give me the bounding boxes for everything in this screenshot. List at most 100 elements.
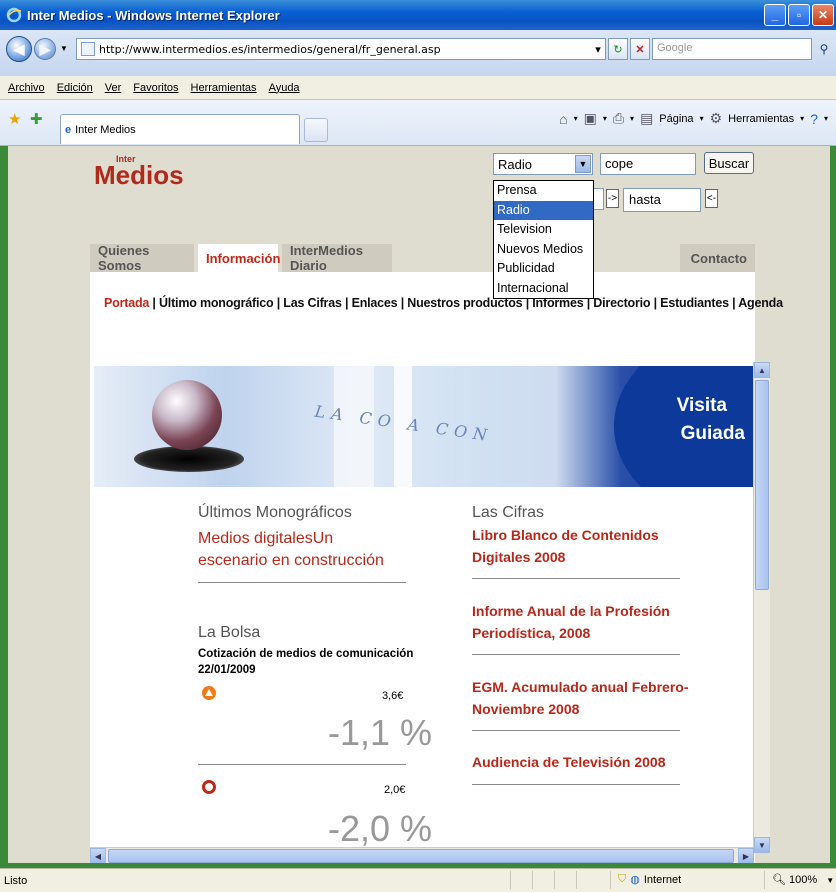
stock-change: -2,0 %: [328, 808, 433, 849]
buscar-button[interactable]: Buscar: [704, 152, 754, 174]
tab-title: Inter Medios: [75, 123, 136, 136]
command-bar: ⌂ ▾ ▣ ▾ ⎙ ▾ ▤ Página ▾ ⚙ Herramientas ▾ ? ▾: [559, 110, 828, 127]
address-bar: ◀ ▶ ▼ http://www.intermedios.es/intermed…: [0, 30, 836, 76]
content-area: Portada | Último monográfico | Las Cifra…: [90, 272, 783, 863]
chevron-down-icon[interactable]: ▼: [575, 155, 591, 173]
date-prev-button[interactable]: <-: [705, 189, 718, 208]
cifras-item[interactable]: Audiencia de Televisión 2008: [472, 754, 692, 770]
zone-text: Internet: [643, 873, 682, 886]
print-icon[interactable]: ⎙: [613, 110, 624, 127]
option-nuevos-medios[interactable]: Nuevos Medios: [494, 240, 593, 260]
page-menu[interactable]: Página: [659, 113, 693, 125]
visita-guiada-banner[interactable]: LA CO A CON Visita Guiada: [94, 366, 753, 487]
status-bar: Listo ⛉ ◍ Internet 🔍︎ 100% ▼: [0, 868, 836, 892]
option-television[interactable]: Television: [494, 220, 593, 240]
tab-intermedios-diario[interactable]: InterMedios Diario: [282, 243, 392, 273]
title-bar: Inter Medios - Windows Internet Explorer…: [0, 0, 836, 30]
back-button[interactable]: ◀: [6, 36, 32, 62]
sogecable-logo-icon[interactable]: [202, 780, 216, 794]
status-text: Listo: [4, 874, 28, 887]
query-input[interactable]: cope: [600, 153, 696, 175]
ie-tab-icon: e: [65, 123, 72, 136]
date-next-button[interactable]: ->: [606, 189, 619, 208]
option-internacional[interactable]: Internacional: [494, 279, 593, 299]
menu-herramientas[interactable]: Herramientas: [191, 82, 257, 94]
scroll-down-icon[interactable]: ▼: [754, 837, 770, 853]
scroll-up-icon[interactable]: ▲: [754, 362, 770, 378]
forward-button[interactable]: ▶: [34, 38, 56, 60]
stop-button[interactable]: ✕: [630, 38, 650, 60]
chevron-down-icon[interactable]: ▼: [826, 876, 834, 885]
sub-navigation: Portada | Último monográfico | Las Cifra…: [104, 296, 783, 310]
monografico-link[interactable]: Medios digitalesUn escenario en construc…: [198, 528, 403, 572]
add-favorites-icon[interactable]: ✚: [30, 110, 43, 128]
scroll-left-icon[interactable]: ◀: [90, 848, 106, 863]
banner-visita: Visita: [676, 395, 727, 416]
minimize-button[interactable]: _: [764, 4, 786, 26]
monograficos-heading: Últimos Monográficos: [198, 504, 352, 521]
category-select[interactable]: Radio ▼: [493, 153, 593, 175]
vertical-scrollbar[interactable]: ▲ ▼: [753, 362, 770, 853]
antena3-logo-icon[interactable]: [202, 686, 216, 700]
zoom-control[interactable]: 🔍︎ 100% ▼: [772, 873, 834, 886]
restore-button[interactable]: ▫: [788, 4, 810, 26]
tab-quienes-somos[interactable]: Quienes Somos: [90, 243, 194, 273]
bolsa-subtitle: Cotización de medios de comunicación: [198, 648, 414, 660]
menu-ver[interactable]: Ver: [105, 82, 122, 94]
option-publicidad[interactable]: Publicidad: [494, 259, 593, 279]
category-dropdown-list: Prensa Radio Television Nuevos Medios Pu…: [493, 180, 594, 299]
cifras-heading: Las Cifras: [472, 504, 545, 521]
ie-logo-icon: [6, 7, 22, 23]
option-prensa[interactable]: Prensa: [494, 181, 593, 201]
hscroll-thumb[interactable]: [108, 849, 734, 863]
menu-favoritos[interactable]: Favoritos: [133, 82, 178, 94]
intermedios-logo[interactable]: Inter Medios: [94, 154, 184, 191]
tab-contacto[interactable]: Contacto: [680, 244, 755, 272]
cifras-item[interactable]: Informe Anual de la Profesión Periodísti…: [472, 600, 682, 644]
scroll-thumb[interactable]: [755, 380, 769, 590]
shield-icon: ⛉: [618, 873, 627, 885]
close-button[interactable]: ✕: [812, 4, 834, 26]
globe-icon: ◍: [630, 874, 640, 886]
divider: [472, 578, 680, 579]
refresh-button[interactable]: ↻: [608, 38, 628, 60]
new-tab-button[interactable]: [304, 118, 328, 142]
date-to-input[interactable]: hasta: [623, 188, 701, 212]
url-text: http://www.intermedios.es/intermedios/ge…: [99, 42, 441, 56]
horizontal-scrollbar[interactable]: ◀ ▶: [90, 847, 754, 863]
favorites-star-icon[interactable]: ★: [8, 110, 21, 128]
zoom-level: 100%: [789, 874, 818, 886]
bolsa-date: 22/01/2009: [198, 664, 256, 676]
stock-price: 3,6€: [382, 690, 404, 702]
help-icon[interactable]: ?: [810, 111, 818, 127]
menu-archivo[interactable]: Archivo: [8, 82, 45, 94]
cifras-item[interactable]: EGM. Acumulado anual Febrero-Noviembre 2…: [472, 676, 692, 720]
main-nav: Quienes Somos Información InterMedios Di…: [90, 243, 755, 273]
subnav-links[interactable]: | Último monográfico | Las Cifras | Enla…: [149, 296, 783, 310]
banner-visita-guiada: Visita Guiada: [676, 392, 745, 448]
tab-bar: ★ ✚ e Inter Medios ⌂ ▾ ▣ ▾ ⎙ ▾ ▤ Página ▾ ⚙ …: [0, 100, 836, 146]
tab-informacion[interactable]: Información: [198, 244, 280, 272]
logo-inter-text: Inter: [116, 154, 136, 164]
cifras-item[interactable]: Libro Blanco de Contenidos Digitales 200…: [472, 524, 682, 568]
page-icon: [81, 42, 95, 56]
history-dropdown-icon[interactable]: ▼: [60, 44, 68, 53]
tab-inter-medios[interactable]: e Inter Medios: [60, 114, 300, 144]
feeds-icon[interactable]: ▣: [584, 110, 597, 127]
banner-sphere-graphic: [152, 380, 222, 450]
url-field[interactable]: http://www.intermedios.es/intermedios/ge…: [76, 38, 606, 60]
subnav-portada[interactable]: Portada: [104, 296, 149, 310]
menu-edicion[interactable]: Edición: [57, 82, 93, 94]
menu-bar: Archivo Edición Ver Favoritos Herramient…: [0, 76, 836, 100]
divider: [472, 730, 680, 731]
url-dropdown-icon[interactable]: ▾: [588, 38, 608, 60]
scroll-right-icon[interactable]: ▶: [738, 848, 754, 863]
security-zone[interactable]: ⛉ ◍ Internet: [618, 873, 681, 886]
tools-menu[interactable]: Herramientas: [728, 113, 794, 125]
menu-ayuda[interactable]: Ayuda: [269, 82, 300, 94]
home-icon[interactable]: ⌂: [559, 111, 567, 127]
logo-medios-text: Medios: [94, 160, 184, 190]
search-icon[interactable]: ⚲: [814, 38, 834, 60]
option-radio[interactable]: Radio: [494, 200, 593, 220]
search-input[interactable]: Google: [652, 38, 812, 60]
